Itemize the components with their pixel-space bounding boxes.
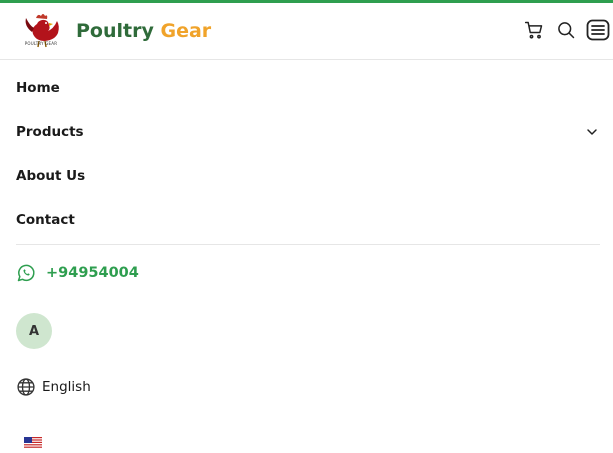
language-label: English	[42, 379, 91, 395]
phone-number: +94954004	[46, 265, 139, 281]
menu-icon	[586, 19, 610, 41]
globe-icon	[17, 378, 35, 396]
menu-divider	[16, 244, 600, 245]
brand-name[interactable]: Poultry Gear	[76, 18, 211, 44]
user-avatar[interactable]: A	[16, 313, 52, 349]
search-icon	[558, 22, 575, 39]
rooster-logo-icon[interactable]	[18, 12, 64, 52]
whatsapp-icon	[17, 264, 35, 282]
cart-button[interactable]	[522, 17, 546, 43]
cart-icon	[524, 21, 543, 39]
nav-item-home[interactable]: Home	[16, 66, 600, 110]
logo-caption: POULTRY GEAR	[24, 41, 58, 46]
whatsapp-phone-link[interactable]: +94954004	[16, 262, 139, 284]
us-flag-icon[interactable]	[24, 437, 42, 449]
nav-item-products[interactable]: Products	[16, 110, 600, 154]
brand-name-part2: Gear	[160, 20, 212, 42]
language-selector[interactable]: English	[16, 376, 91, 398]
nav-item-contact[interactable]: Contact	[16, 198, 600, 242]
nav-item-about-us[interactable]: About Us	[16, 154, 600, 198]
mobile-nav-menu: Home Products About Us Contact	[16, 66, 600, 242]
menu-button[interactable]	[586, 17, 610, 43]
nav-item-label: Home	[16, 80, 60, 96]
brand-name-part1: Poultry	[76, 20, 154, 42]
nav-item-label: Contact	[16, 212, 75, 228]
nav-item-label: Products	[16, 124, 84, 140]
nav-item-label: About Us	[16, 168, 86, 184]
chevron-down-icon[interactable]	[584, 124, 600, 140]
site-header: POULTRY GEAR Poultry Gear	[0, 3, 613, 60]
search-button[interactable]	[554, 17, 578, 43]
